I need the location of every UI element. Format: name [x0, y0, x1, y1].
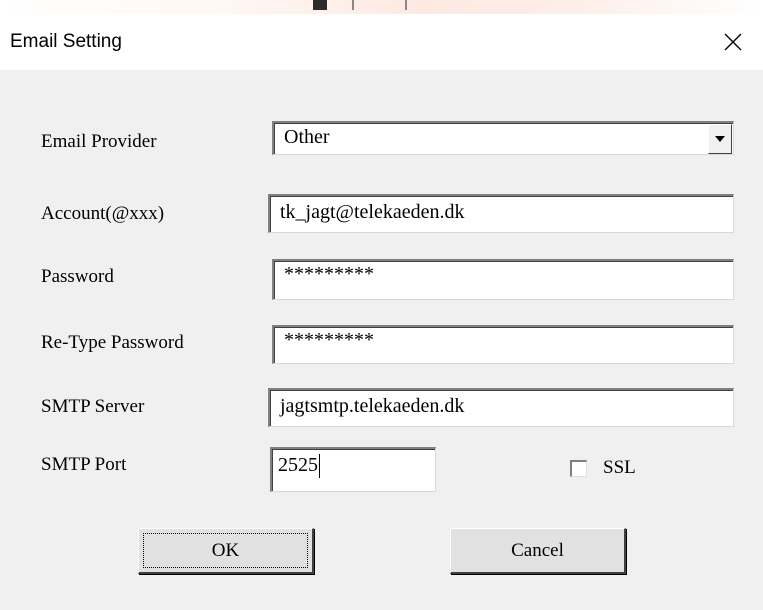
ok-button[interactable]: OK: [138, 528, 314, 574]
smtp-server-field[interactable]: jagtsmtp.telekaeden.dk: [268, 388, 734, 427]
email-provider-select[interactable]: Other: [272, 121, 734, 155]
title-bar: Email Setting: [0, 14, 763, 70]
smtp-port-field[interactable]: 2525: [270, 447, 436, 492]
cancel-button[interactable]: Cancel: [450, 528, 626, 574]
account-label: Account(@xxx): [41, 203, 165, 224]
chevron-down-icon: [715, 136, 725, 142]
close-icon: [724, 33, 742, 51]
account-field[interactable]: tk_jagt@telekaeden.dk: [268, 194, 734, 233]
text-cursor: [319, 454, 320, 479]
password-value: *********: [284, 263, 374, 285]
account-value: tk_jagt@telekaeden.dk: [280, 201, 465, 223]
ok-button-label: OK: [211, 539, 240, 561]
background-mark: [313, 0, 327, 10]
ssl-checkbox[interactable]: [570, 460, 587, 477]
password-label: Password: [41, 266, 114, 287]
smtp-port-label: SMTP Port: [41, 454, 127, 475]
dropdown-button[interactable]: [708, 124, 732, 154]
smtp-port-value: 2525: [278, 454, 318, 476]
email-provider-label: Email Provider: [41, 131, 157, 152]
close-button[interactable]: [711, 22, 755, 62]
background-mark: [405, 0, 407, 10]
retype-password-label: Re-Type Password: [41, 332, 184, 353]
background-mark: [352, 0, 354, 10]
email-provider-value: Other: [284, 126, 330, 148]
dialog-title: Email Setting: [10, 31, 122, 52]
retype-password-value: *********: [284, 329, 374, 351]
background-window-strip: [0, 0, 763, 14]
smtp-server-value: jagtsmtp.telekaeden.dk: [280, 395, 465, 417]
email-setting-dialog: Email Setting Email Provider Other Accou…: [0, 14, 763, 610]
retype-password-field[interactable]: *********: [272, 325, 734, 364]
password-field[interactable]: *********: [272, 259, 734, 300]
cancel-button-label: Cancel: [511, 539, 564, 561]
ssl-label: SSL: [603, 457, 636, 478]
smtp-server-label: SMTP Server: [41, 396, 145, 417]
